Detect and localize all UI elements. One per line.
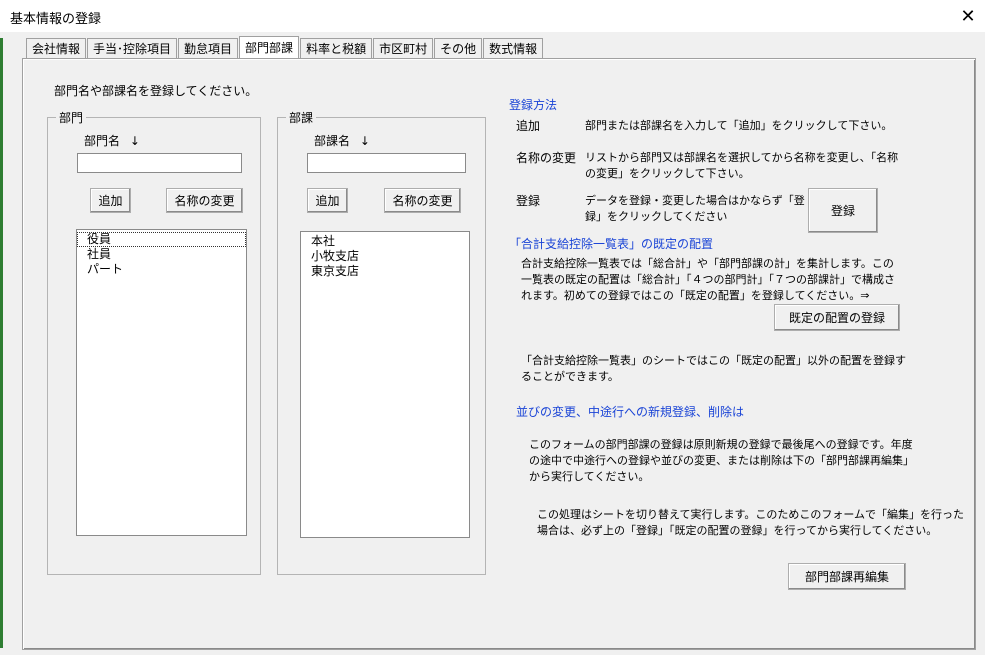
reedit-button[interactable]: 部門部課再編集 [788, 563, 906, 590]
tab-attendance[interactable]: 勤怠項目 [178, 38, 239, 58]
section-rename-button[interactable]: 名称の変更 [384, 188, 461, 213]
rename-term: 名称の変更 [516, 151, 577, 165]
list-item[interactable]: パート [77, 262, 246, 277]
section-list[interactable]: 本社 小牧支店 東京支店 [300, 231, 470, 538]
list-item[interactable]: 東京支店 [301, 264, 469, 279]
close-icon: ✕ [960, 5, 976, 27]
register-method-heading: 登録方法 [509, 98, 558, 112]
switch-description: この処理はシートを切り替えて実行します。このためこのフォームで「編集」を行った … [537, 508, 965, 537]
section-group-title: 部課 [286, 109, 317, 126]
instruction-text: 部門名や部課名を登録してください。 [54, 84, 258, 98]
list-item[interactable]: 社員 [77, 247, 246, 262]
default-layout-heading: 「合計支給控除一覧表」の既定の配置 [509, 237, 714, 251]
tab-rates-tax[interactable]: 料率と税額 [300, 38, 373, 58]
register-button[interactable]: 登録 [808, 188, 878, 233]
add-description: 部門または部課名を入力して「追加」をクリックして下さい。 [585, 119, 893, 132]
title-bar: 基本情報の登録 ✕ [0, 0, 985, 32]
arrow-down-icon: ↓ [129, 134, 140, 148]
tab-municipality[interactable]: 市区町村 [373, 38, 434, 58]
section-name-input[interactable] [307, 153, 466, 173]
tab-departments[interactable]: 部門部課 [239, 36, 300, 58]
rename-description: リストから部門又は部課名を選択してから名称を変更し、「名称 の変更」をクリックし… [585, 151, 899, 180]
tab-bar: 会社情報 手当･控除項目 勤怠項目 部門部課 料率と税額 市区町村 その他 数式… [26, 36, 544, 59]
reorder-description: このフォームの部門部課の登録は原則新規の登録で最後尾への登録です。年度 の途中で… [529, 438, 914, 483]
tab-company[interactable]: 会社情報 [26, 38, 87, 58]
list-item[interactable]: 小牧支店 [301, 249, 469, 264]
arrow-down-icon: ↓ [359, 134, 370, 148]
close-button[interactable]: ✕ [955, 4, 981, 28]
background-edge [0, 38, 3, 648]
tab-allowance-deduction[interactable]: 手当･控除項目 [87, 38, 178, 58]
default-layout-description: 合計支給控除一覧表では「総合計」や「部門部課の計」を集計します。この 一覧表の既… [521, 257, 895, 302]
dept-name-input[interactable] [77, 153, 242, 173]
dept-add-button[interactable]: 追加 [90, 188, 131, 213]
list-item[interactable]: 役員 [77, 232, 246, 247]
default-layout-register-button[interactable]: 既定の配置の登録 [774, 304, 900, 331]
register-description: データを登録・変更した場合はかならず「登 録」をクリックしてください [585, 194, 805, 223]
list-item[interactable]: 本社 [301, 234, 469, 249]
dept-group-title: 部門 [56, 109, 87, 126]
register-term: 登録 [516, 194, 541, 208]
reorder-heading: 並びの変更、中途行への新規登録、削除は [516, 405, 745, 419]
section-add-button[interactable]: 追加 [307, 188, 348, 213]
sheet-description: 「合計支給控除一覧表」のシートではこの「既定の配置」以外の配置を登録す ることが… [521, 354, 906, 383]
dept-name-label: 部門名 ↓ [84, 134, 140, 148]
tab-formula[interactable]: 数式情報 [483, 38, 544, 58]
tab-other[interactable]: その他 [434, 38, 483, 58]
dept-list[interactable]: 役員 社員 パート [76, 229, 247, 536]
dept-rename-button[interactable]: 名称の変更 [166, 188, 243, 213]
section-name-label: 部課名 ↓ [314, 134, 370, 148]
add-term: 追加 [516, 119, 541, 133]
window-title: 基本情報の登録 [10, 12, 102, 27]
